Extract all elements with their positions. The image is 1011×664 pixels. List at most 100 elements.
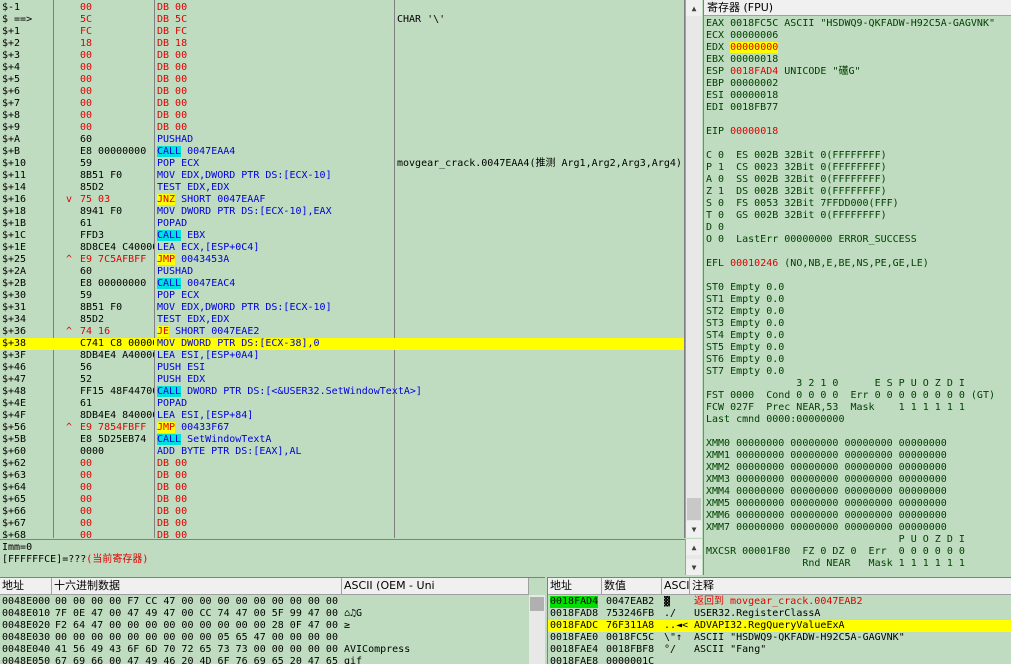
dump-row[interactable]: 0048E020 F2 64 47 00 00 00 00 00 00 00 00…: [0, 620, 529, 632]
register-line[interactable]: XMM0 00000000 00000000 00000000 00000000: [706, 438, 947, 450]
dump-row[interactable]: 0048E050 67 69 66 00 47 49 46 20 4D 6F 76…: [0, 656, 529, 664]
disasm-row[interactable]: $+B E8 00000000 CALL 0047EAA4: [0, 146, 684, 158]
dump-row[interactable]: 0048E030 00 00 00 00 00 00 00 00 00 05 65…: [0, 632, 529, 644]
dump-header-hex[interactable]: 十六进制数据: [52, 578, 342, 595]
disasm-row[interactable]: $+48 FF15 48F44700 CALL DWORD PTR DS:[<&US…: [0, 386, 684, 398]
register-line[interactable]: Rnd NEAR Mask 1 1 1 1 1 1: [706, 558, 965, 570]
stack-row[interactable]: 0018FAE8 0000001C: [548, 656, 1011, 664]
register-line[interactable]: ST4 Empty 0.0: [706, 330, 784, 342]
register-line[interactable]: ST1 Empty 0.0: [706, 294, 784, 306]
info-scrollbar[interactable]: ▲ ▼: [685, 539, 702, 575]
register-line[interactable]: ST3 Empty 0.0: [706, 318, 784, 330]
register-line[interactable]: EIP 00000018: [706, 126, 778, 138]
disasm-row[interactable]: $-1 00 DB 00: [0, 2, 684, 14]
registers-title[interactable]: 寄存器 (FPU): [704, 0, 1011, 16]
disasm-row[interactable]: $+5B E8 5D25EB74 CALL SetWindowTextA: [0, 434, 684, 446]
disasm-row[interactable]: $+56 ^ E9 7854FBFF JMP 00433F67: [0, 422, 684, 434]
register-line[interactable]: XMM2 00000000 00000000 00000000 00000000: [706, 462, 947, 474]
registers-pane[interactable]: 寄存器 (FPU) EAX 0018FC5C ASCII "HSDWQ9-QKF…: [703, 0, 1011, 575]
disasm-row[interactable]: $+34 85D2 TEST EDX,EDX: [0, 314, 684, 326]
disasm-row[interactable]: $+30 59 POP ECX: [0, 290, 684, 302]
disasm-row[interactable]: $+1C FFD3 CALL EBX: [0, 230, 684, 242]
disasm-row[interactable]: $+4E 61 POPAD: [0, 398, 684, 410]
register-line[interactable]: S 0 FS 0053 32Bit 7FFDD000(FFF): [706, 198, 899, 210]
disasm-row[interactable]: $+46 56 PUSH ESI: [0, 362, 684, 374]
register-line[interactable]: MXCSR 00001F80 FZ 0 DZ 0 Err 0 0 0 0 0 0: [706, 546, 965, 558]
register-line[interactable]: P U O Z D I: [706, 534, 965, 546]
disasm-row[interactable]: $+66 00 DB 00: [0, 506, 684, 518]
register-line[interactable]: O 0 LastErr 00000000 ERROR_SUCCESS: [706, 234, 917, 246]
register-line[interactable]: EAX 0018FC5C ASCII "HSDWQ9-QKFADW-H92C5A…: [706, 18, 995, 30]
disassembly-scrollbar[interactable]: ▲ ▼: [685, 0, 702, 538]
disassembly-pane[interactable]: $-1 00 DB 00 $ ==> 5C DB 5C CHAR '\' $+1 FC DB FC…: [0, 0, 685, 538]
register-line[interactable]: EDX 00000000: [706, 42, 779, 54]
register-line[interactable]: XMM5 00000000 00000000 00000000 00000000: [706, 498, 947, 510]
register-line[interactable]: FCW 027F Prec NEAR,53 Mask 1 1 1 1 1 1: [706, 402, 965, 414]
disasm-row[interactable]: $+65 00 DB 00: [0, 494, 684, 506]
disasm-row[interactable]: $+6 00 DB 00: [0, 86, 684, 98]
register-line[interactable]: ST0 Empty 0.0: [706, 282, 784, 294]
stack-pane[interactable]: 地址 数值 ASCI 注释 0018FAD4 0047EAB2 ▓ 返回到 movge…: [547, 577, 1011, 664]
register-line[interactable]: ST2 Empty 0.0: [706, 306, 784, 318]
dump-row[interactable]: 0048E040 41 56 49 43 6F 6D 70 72 65 73 73…: [0, 644, 529, 656]
dump-row[interactable]: 0048E000 00 00 00 00 F7 CC 47 00 00 00 00…: [0, 596, 529, 608]
stack-row[interactable]: 0018FAD8 753246FB ./ USER32.RegisterClassA: [548, 608, 1011, 620]
disasm-row[interactable]: $+36 ^ 74 16 JE SHORT 0047EAE2: [0, 326, 684, 338]
register-line[interactable]: EDI 0018FB77: [706, 102, 778, 114]
register-line[interactable]: ST6 Empty 0.0: [706, 354, 784, 366]
disasm-row[interactable]: $+1E 8D8CE4 C40000 LEA ECX,[ESP+0C4]: [0, 242, 684, 254]
register-line[interactable]: ESI 00000018: [706, 90, 778, 102]
stack-row[interactable]: 0018FAE4 0018FBF8 °/ ASCII "Fang": [548, 644, 1011, 656]
register-line[interactable]: C 0 ES 002B 32Bit 0(FFFFFFFF): [706, 150, 887, 162]
scroll-down-button[interactable]: ▼: [686, 559, 702, 575]
disasm-row[interactable]: $+18 8941 F0 MOV DWORD PTR DS:[ECX-10],EAX: [0, 206, 684, 218]
disasm-row[interactable]: $+67 00 DB 00: [0, 518, 684, 530]
disasm-row[interactable]: $+1 FC DB FC: [0, 26, 684, 38]
stack-row[interactable]: 0018FAE0 0018FC5C \"↑ ASCII "HSDWQ9-QKFADW-…: [548, 632, 1011, 644]
register-line[interactable]: XMM1 00000000 00000000 00000000 00000000: [706, 450, 947, 462]
disasm-row[interactable]: $+4F 8DB4E4 840000 LEA ESI,[ESP+84]: [0, 410, 684, 422]
disasm-row[interactable]: $ ==> 5C DB 5C CHAR '\': [0, 14, 684, 26]
register-line[interactable]: XMM3 00000000 00000000 00000000 00000000: [706, 474, 947, 486]
disasm-row[interactable]: $+11 8B51 F0 MOV EDX,DWORD PTR DS:[ECX-10]: [0, 170, 684, 182]
disasm-row[interactable]: $+4 00 DB 00: [0, 62, 684, 74]
dump-header-address[interactable]: 地址: [0, 578, 52, 595]
dump-scrollbar[interactable]: [529, 595, 545, 664]
disasm-row[interactable]: $+5 00 DB 00: [0, 74, 684, 86]
scroll-down-button[interactable]: ▼: [686, 521, 702, 537]
stack-row[interactable]: 0018FADC 76F311A8 ..◄< ADVAPI32.RegQueryVal…: [548, 620, 1011, 632]
register-line[interactable]: ST5 Empty 0.0: [706, 342, 784, 354]
stack-row[interactable]: 0018FAD4 0047EAB2 ▓ 返回到 movgear_crack.0047E…: [548, 596, 1011, 608]
scroll-up-button[interactable]: ▲: [686, 0, 702, 16]
disasm-row[interactable]: $+2B E8 00000000 CALL 0047EAC4: [0, 278, 684, 290]
register-line[interactable]: ST7 Empty 0.0: [706, 366, 784, 378]
memory-dump-pane[interactable]: 地址 十六进制数据 ASCII (OEM - Uni 0048E000 00 00…: [0, 577, 545, 664]
disasm-row[interactable]: $+1B 61 POPAD: [0, 218, 684, 230]
register-line[interactable]: Z 1 DS 002B 32Bit 0(FFFFFFFF): [706, 186, 887, 198]
disasm-row[interactable]: $+64 00 DB 00: [0, 482, 684, 494]
stack-header-ascii[interactable]: ASCI: [662, 578, 690, 595]
disasm-row[interactable]: $+7 00 DB 00: [0, 98, 684, 110]
register-line[interactable]: FST 0000 Cond 0 0 0 0 Err 0 0 0 0 0 0 0 …: [706, 390, 995, 402]
register-line[interactable]: 3 2 1 0 E S P U O Z D I: [706, 378, 965, 390]
disasm-row[interactable]: $+10 59 POP ECX movgear_crack.0047EAA4(推测 A…: [0, 158, 684, 170]
scroll-thumb[interactable]: [687, 498, 701, 520]
disasm-row[interactable]: $+62 00 DB 00: [0, 458, 684, 470]
dump-row[interactable]: 0048E010 7F 0E 47 00 47 49 47 00 CC 74 47…: [0, 608, 529, 620]
disasm-row[interactable]: $+14 85D2 TEST EDX,EDX: [0, 182, 684, 194]
register-line[interactable]: D 0: [706, 222, 724, 234]
disasm-row[interactable]: $+63 00 DB 00: [0, 470, 684, 482]
register-line[interactable]: EFL 00010246 (NO,NB,E,BE,NS,PE,GE,LE): [706, 258, 929, 270]
disasm-row[interactable]: $+8 00 DB 00: [0, 110, 684, 122]
disasm-row[interactable]: $+A 60 PUSHAD: [0, 134, 684, 146]
disasm-row[interactable]: $+16 v 75 03 JNZ SHORT 0047EAAF: [0, 194, 684, 206]
disasm-row[interactable]: $+68 00 DB 00: [0, 530, 684, 538]
register-line[interactable]: EBX 00000018: [706, 54, 778, 66]
disasm-row[interactable]: $+3 00 DB 00: [0, 50, 684, 62]
register-line[interactable]: ECX 00000006: [706, 30, 778, 42]
dump-header-ascii[interactable]: ASCII (OEM - Uni: [342, 578, 529, 595]
disasm-row[interactable]: $+9 00 DB 00: [0, 122, 684, 134]
disasm-row[interactable]: $+47 52 PUSH EDX: [0, 374, 684, 386]
disasm-row[interactable]: $+3F 8DB4E4 A40000 LEA ESI,[ESP+0A4]: [0, 350, 684, 362]
register-line[interactable]: XMM6 00000000 00000000 00000000 00000000: [706, 510, 947, 522]
